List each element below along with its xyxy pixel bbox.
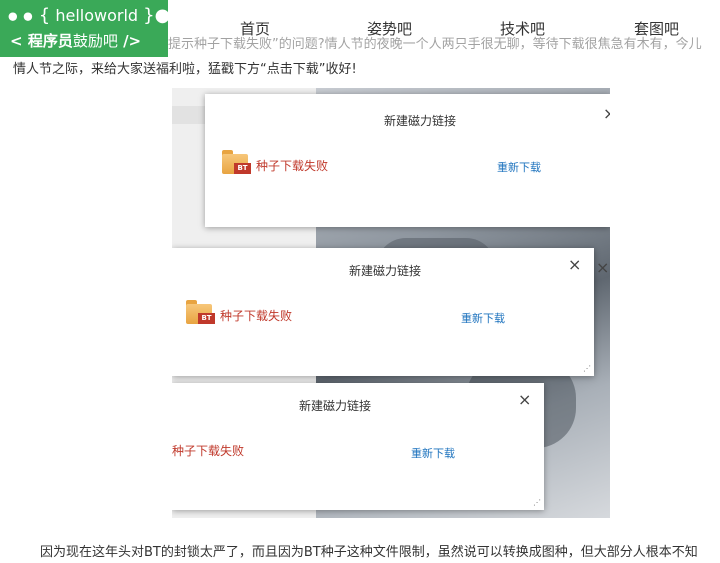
logo-line-2: < 程序员鼓励吧 /> bbox=[10, 31, 141, 51]
magnet-dialog-1: 新建磁力链接 × BT 种子下载失败 重新下载 bbox=[205, 94, 610, 227]
redownload-link[interactable]: 重新下载 bbox=[461, 310, 505, 326]
redownload-link[interactable]: 重新下载 bbox=[497, 159, 541, 175]
dialog-title: 新建磁力链接 bbox=[384, 114, 457, 128]
redownload-link[interactable]: 重新下载 bbox=[411, 445, 455, 461]
resize-grip-icon[interactable]: ⋰ bbox=[583, 365, 591, 373]
article-screenshot: 新建磁力链接 × BT 种子下载失败 重新下载 新建磁力链接 × BT 种子下载… bbox=[172, 88, 610, 518]
logo-line-1: ● ● { helloworld }● bbox=[8, 6, 170, 27]
dialog-title: 新建磁力链接 bbox=[349, 264, 422, 278]
dialog-title: 新建磁力链接 bbox=[299, 399, 372, 413]
logo-chevron-close: /> bbox=[123, 32, 142, 50]
article-intro-line-2: 情人节之际，来给大家送福利啦，猛戳下方“点击下载”收好! bbox=[13, 62, 357, 77]
logo-brace-close: }● bbox=[143, 5, 171, 26]
folder-bt-icon: BT bbox=[186, 300, 215, 324]
file-name: 种子下载失败 bbox=[256, 159, 329, 173]
folder-bt-icon: BT bbox=[222, 150, 251, 174]
logo-thin-text: 鼓励吧 bbox=[72, 32, 118, 50]
logo-brace-open: { bbox=[38, 5, 51, 26]
resize-grip-icon[interactable]: ⋰ bbox=[533, 499, 541, 507]
close-icon[interactable]: × bbox=[518, 392, 531, 408]
site-logo[interactable]: ● ● { helloworld }● < 程序员鼓励吧 /> bbox=[0, 0, 170, 57]
close-icon[interactable]: × bbox=[603, 106, 610, 122]
close-icon[interactable]: × bbox=[568, 257, 581, 273]
logo-word: helloworld bbox=[55, 6, 139, 25]
magnet-dialog-2: 新建磁力链接 × BT 种子下载失败 重新下载 ⋰ bbox=[172, 248, 594, 376]
close-icon[interactable]: × bbox=[596, 258, 609, 277]
logo-dots: ● ● bbox=[8, 9, 34, 23]
article-paragraph: 因为现在这年头对BT的封锁太严了，而且因为BT种子这种文件限制，虽然说可以转换成… bbox=[40, 545, 698, 560]
article-intro-line-1: 提示种子下载失败”的问题?情人节的夜晚一个人两只手很无聊，等待下载很焦急有木有，… bbox=[168, 37, 702, 52]
file-name: 种子下载失败 bbox=[172, 444, 245, 458]
logo-chevron-open: < bbox=[10, 32, 23, 50]
magnet-dialog-3: 新建磁力链接 × 种子下载失败 重新下载 ⋰ bbox=[172, 383, 544, 510]
logo-bold-text: 程序员 bbox=[27, 32, 73, 50]
file-name: 种子下载失败 bbox=[220, 309, 293, 323]
